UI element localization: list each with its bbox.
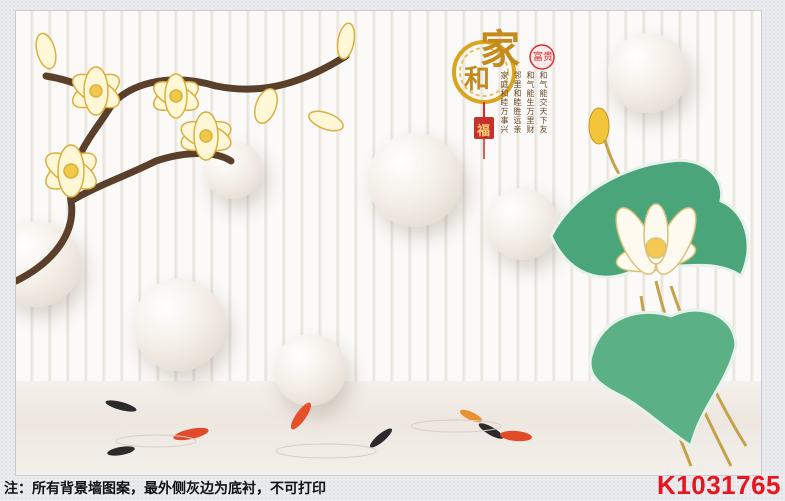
magnolia-branch-illustration <box>16 22 356 285</box>
lotus-bud <box>588 107 610 145</box>
fugui-seal-text: 富贵 <box>533 52 553 63</box>
poem-line-3: 邻里和睦胜远亲 <box>513 71 522 134</box>
fu-charm-text: 福 <box>477 124 491 139</box>
lotus-flower <box>615 203 697 275</box>
lotus-illustration <box>549 107 750 467</box>
pearl-sphere <box>608 33 688 113</box>
koi-fish-group <box>105 400 532 459</box>
calligraphy-he: 和 <box>464 65 491 95</box>
poem-line-4: 家庭和睦万事兴 <box>500 71 509 134</box>
lotus-leaf-bottom <box>588 308 738 449</box>
footer-note: 注：所有背景墙图案，最外侧灰边为底衬，不可打印 <box>4 481 326 497</box>
magnolia-flowers <box>35 22 356 198</box>
product-code: K1031765 <box>657 470 781 500</box>
wall-mural-artwork: 家 和 富贵 福 和气能交天下友 和气能生万里财 邻里和睦胜远亲 家庭和睦万事兴 <box>16 11 761 475</box>
koi-fish <box>105 400 532 456</box>
gray-backing-frame: 家 和 富贵 福 和气能交天下友 和气能生万里财 邻里和睦胜远亲 家庭和睦万事兴 <box>0 0 785 501</box>
